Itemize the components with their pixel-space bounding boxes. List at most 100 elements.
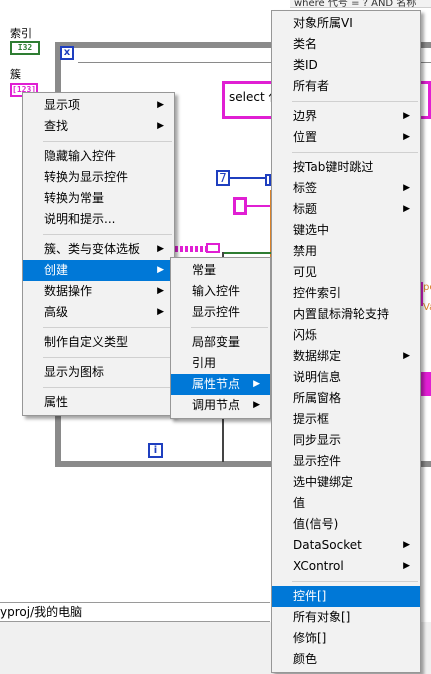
menu-item-label: 键选中 [293, 223, 330, 237]
index-label: 索引 [10, 27, 32, 40]
menu-item-description[interactable]: 说明和提示... [23, 209, 174, 230]
prop-item-visible[interactable]: 可见 [272, 262, 420, 283]
prop-item-control-index[interactable]: 控件索引 [272, 283, 420, 304]
prop-item-controls-array[interactable]: 控件[] [272, 586, 420, 607]
submenu-arrow-icon: ▶ [157, 121, 164, 131]
menu-item-label: 查找 [44, 119, 69, 133]
prop-item-indicator[interactable]: 显示控件 [272, 451, 420, 472]
prop-item-data-binding[interactable]: 数据绑定 ▶ [272, 346, 420, 367]
menu-item-label: 属性节点 [192, 377, 241, 391]
prop-item-description[interactable]: 说明信息 [272, 367, 420, 388]
menu-item-label: 说明和提示... [44, 212, 116, 226]
project-path-bar: yproj/我的电脑 [0, 602, 270, 622]
menu-item-label: 高级 [44, 305, 69, 319]
prop-item-datasocket[interactable]: DataSocket ▶ [272, 535, 420, 556]
prop-item-owning-vi[interactable]: 对象所属VI [272, 13, 420, 34]
menu-item-reference[interactable]: 引用 [171, 353, 270, 374]
prop-item-tip-strip[interactable]: 提示框 [272, 409, 420, 430]
prop-item-bounds[interactable]: 边界 ▶ [272, 106, 420, 127]
menu-item-hide-control[interactable]: 隐藏输入控件 [23, 146, 174, 167]
menu-item-property-node[interactable]: 属性节点 ▶ [171, 374, 270, 395]
prop-item-key-binding[interactable]: 选中键绑定 [272, 472, 420, 493]
menu-item-label: 同步显示 [293, 433, 342, 447]
menu-item-create[interactable]: 创建 ▶ [23, 260, 174, 281]
menu-item-label: 标题 [293, 202, 318, 216]
menu-item-invoke-node[interactable]: 调用节点 ▶ [171, 395, 270, 416]
cluster-label: 簇 [10, 68, 21, 81]
menu-separator [43, 357, 172, 358]
menu-item-cluster-palette[interactable]: 簇、类与变体选板 ▶ [23, 239, 174, 260]
submenu-arrow-icon: ▶ [253, 400, 260, 410]
menu-separator [43, 234, 172, 235]
menu-item-advanced[interactable]: 高级 ▶ [23, 302, 174, 323]
submenu-arrow-icon: ▶ [157, 244, 164, 254]
prop-item-xcontrol[interactable]: XControl ▶ [272, 556, 420, 577]
menu-item-label: XControl [293, 559, 344, 573]
menu-item-label: 边界 [293, 109, 318, 123]
menu-separator [292, 152, 418, 153]
submenu-arrow-icon: ▶ [157, 265, 164, 275]
prop-item-value-signaling[interactable]: 值(信号) [272, 514, 420, 535]
submenu-arrow-icon: ▶ [403, 540, 410, 550]
menu-item-find[interactable]: 查找 ▶ [23, 116, 174, 137]
prop-item-owner[interactable]: 所有者 [272, 76, 420, 97]
menu-item-label: 内置鼠标滑轮支持 [293, 307, 390, 321]
submenu-arrow-icon: ▶ [157, 307, 164, 317]
prop-item-key-focus[interactable]: 键选中 [272, 220, 420, 241]
submenu-arrow-icon: ▶ [253, 379, 260, 389]
menu-item-label: 值(信号) [293, 517, 339, 531]
menu-item-label: 修饰[] [293, 631, 327, 645]
prop-item-all-objects-array[interactable]: 所有对象[] [272, 607, 420, 628]
menu-item-make-typedef[interactable]: 制作自定义类型 [23, 332, 174, 353]
prop-item-disabled[interactable]: 禁用 [272, 241, 420, 262]
prop-item-colors[interactable]: 颜色 [272, 649, 420, 670]
prop-item-owning-pane[interactable]: 所属窗格 [272, 388, 420, 409]
submenu-arrow-icon: ▶ [157, 286, 164, 296]
menu-item-show-items[interactable]: 显示项 ▶ [23, 95, 174, 116]
menu-item-properties[interactable]: 属性 [23, 392, 174, 413]
prop-item-value[interactable]: 值 [272, 493, 420, 514]
menu-item-label: 转换为常量 [44, 191, 105, 205]
menu-item-label: 局部变量 [192, 335, 241, 349]
menu-item-local-variable[interactable]: 局部变量 [171, 332, 270, 353]
menu-item-change-to-indicator[interactable]: 转换为显示控件 [23, 167, 174, 188]
submenu-arrow-icon: ▶ [403, 132, 410, 142]
prop-item-blinking[interactable]: 闪烁 [272, 325, 420, 346]
menu-item-label: DataSocket [293, 538, 362, 552]
menu-item-label: 所有者 [293, 79, 330, 93]
prop-item-mouse-wheel[interactable]: 内置鼠标滑轮支持 [272, 304, 420, 325]
prop-item-label[interactable]: 标签 ▶ [272, 178, 420, 199]
prop-item-sync-display[interactable]: 同步显示 [272, 430, 420, 451]
menu-item-label: 类名 [293, 37, 318, 51]
create-submenu: 常量 输入控件 显示控件 局部变量 引用 属性节点 ▶ 调用节点 ▶ [170, 257, 271, 419]
menu-item-data-operations[interactable]: 数据操作 ▶ [23, 281, 174, 302]
menu-item-view-as-icon[interactable]: 显示为图标 [23, 362, 174, 383]
menu-item-constant[interactable]: 常量 [171, 260, 270, 281]
loop-stop-icon[interactable]: x [60, 46, 74, 60]
submenu-arrow-icon: ▶ [403, 204, 410, 214]
menu-item-label: 创建 [44, 263, 69, 277]
index-terminal[interactable]: I32 [10, 41, 40, 55]
numeric-constant[interactable]: 7 [216, 170, 230, 186]
prop-item-decorations-array[interactable]: 修饰[] [272, 628, 420, 649]
menu-item-label: 按Tab键时跳过 [293, 160, 374, 174]
menu-separator [191, 327, 268, 328]
menu-item-label: 常量 [192, 263, 217, 277]
prop-item-class-name[interactable]: 类名 [272, 34, 420, 55]
menu-item-label: 显示控件 [293, 454, 342, 468]
menu-item-label: 显示控件 [192, 305, 241, 319]
menu-separator [43, 141, 172, 142]
prop-item-caption[interactable]: 标题 ▶ [272, 199, 420, 220]
menu-item-indicator[interactable]: 显示控件 [171, 302, 270, 323]
menu-item-control[interactable]: 输入控件 [171, 281, 270, 302]
menu-item-change-to-constant[interactable]: 转换为常量 [23, 188, 174, 209]
submenu-arrow-icon: ▶ [403, 111, 410, 121]
menu-item-label: 属性 [44, 395, 69, 409]
menu-item-label: 可见 [293, 265, 318, 279]
green-wire [222, 252, 272, 254]
prop-item-skip-tab[interactable]: 按Tab键时跳过 [272, 157, 420, 178]
menu-item-label: 引用 [192, 356, 217, 370]
prop-item-position[interactable]: 位置 ▶ [272, 127, 420, 148]
menu-item-label: 标签 [293, 181, 318, 195]
prop-item-class-id[interactable]: 类ID [272, 55, 420, 76]
